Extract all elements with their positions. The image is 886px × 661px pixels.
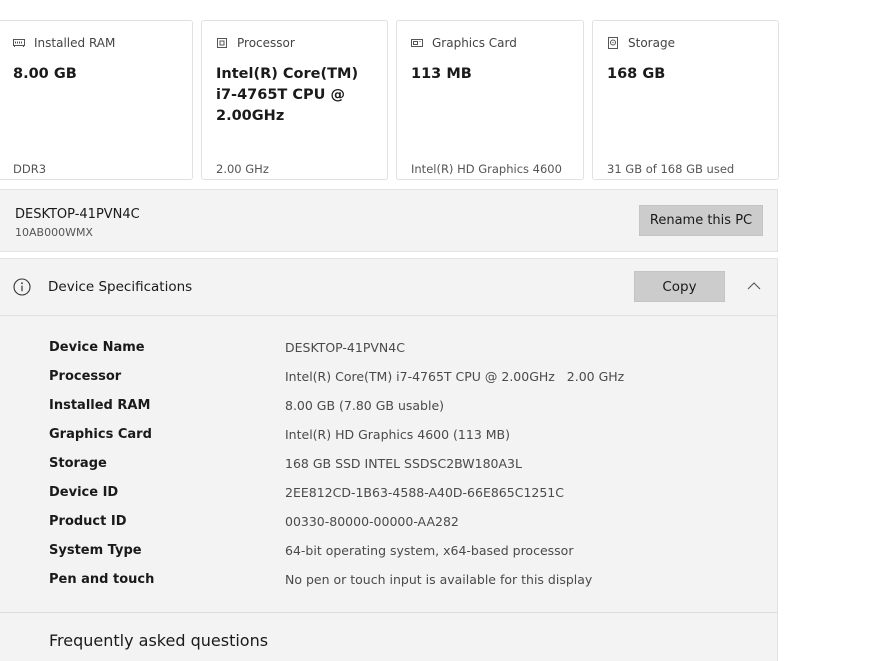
spec-value: 168 GB SSD INTEL SSDSC2BW180A3L xyxy=(285,456,522,471)
spec-row-storage: Storage 168 GB SSD INTEL SSDSC2BW180A3L xyxy=(0,456,777,485)
spec-value: 2EE812CD-1B63-4588-A40D-66E865C1251C xyxy=(285,485,564,500)
card-value: Intel(R) Core(TM) i7-4765T CPU @ 2.00GHz xyxy=(216,66,359,124)
spec-rows: Device Name DESKTOP-41PVN4C Processor In… xyxy=(0,340,777,601)
collapse-button[interactable] xyxy=(742,276,766,296)
spec-row-graphics-card: Graphics Card Intel(R) HD Graphics 4600 … xyxy=(0,427,777,456)
spec-label: Installed RAM xyxy=(49,398,151,413)
faq-title: Frequently asked questions xyxy=(49,631,269,650)
spec-value: No pen or touch input is available for t… xyxy=(285,572,593,587)
pc-name: DESKTOP-41PVN4C xyxy=(15,207,140,222)
card-graphics: Graphics Card 113 MB Intel(R) HD Graphic… xyxy=(396,20,584,180)
storage-icon xyxy=(608,37,618,49)
specs-title: Device Specifications xyxy=(48,279,193,295)
spec-row-system-type: System Type 64-bit operating system, x64… xyxy=(0,543,777,572)
spec-label: Processor xyxy=(49,369,122,384)
spec-row-device-id: Device ID 2EE812CD-1B63-4588-A40D-66E865… xyxy=(0,485,777,514)
copy-button[interactable]: Copy xyxy=(634,271,725,302)
spec-label: System Type xyxy=(49,543,142,558)
rename-pc-button[interactable]: Rename this PC xyxy=(639,205,763,236)
card-sub: Intel(R) HD Graphics 4600 xyxy=(411,162,562,176)
spec-label: Device Name xyxy=(49,340,145,355)
spec-value: 00330-80000-00000-AA282 xyxy=(285,514,459,529)
spec-label: Graphics Card xyxy=(49,427,152,442)
faq-section[interactable]: Frequently asked questions xyxy=(0,612,778,661)
graphics-card-icon xyxy=(411,39,423,47)
rename-pc-panel: DESKTOP-41PVN4C 10AB000WMX Rename this P… xyxy=(0,189,778,252)
spec-label: Storage xyxy=(49,456,107,471)
spec-row-processor: Processor Intel(R) Core(TM) i7-4765T CPU… xyxy=(0,369,777,398)
card-title: Processor xyxy=(237,36,295,50)
card-sub: 2.00 GHz xyxy=(216,162,269,176)
spec-label: Pen and touch xyxy=(49,572,155,587)
card-value: 113 MB xyxy=(411,66,472,82)
spec-value: 64-bit operating system, x64-based proce… xyxy=(285,543,574,558)
spec-label: Product ID xyxy=(49,514,127,529)
spec-label: Device ID xyxy=(49,485,119,500)
card-title: Storage xyxy=(628,36,675,50)
spec-value: Intel(R) Core(TM) i7-4765T CPU @ 2.00GHz… xyxy=(285,369,625,384)
spec-row-device-name: Device Name DESKTOP-41PVN4C xyxy=(0,340,777,369)
info-icon xyxy=(13,278,31,296)
spec-row-installed-ram: Installed RAM 8.00 GB (7.80 GB usable) xyxy=(0,398,777,427)
pc-model: 10AB000WMX xyxy=(15,226,93,239)
card-storage: Storage 168 GB 31 GB of 168 GB used xyxy=(592,20,779,180)
spec-value: 8.00 GB (7.80 GB usable) xyxy=(285,398,445,413)
processor-icon xyxy=(217,38,227,48)
system-about-page: Installed RAM 8.00 GB DDR3 Processor Int… xyxy=(0,0,886,661)
chevron-up-icon xyxy=(747,282,761,290)
card-sub: DDR3 xyxy=(13,162,47,176)
card-title: Installed RAM xyxy=(34,36,116,50)
card-title: Graphics Card xyxy=(432,36,517,50)
spec-row-pen-and-touch: Pen and touch No pen or touch input is a… xyxy=(0,572,777,601)
device-specifications-section: Device Specifications Copy Device Name D… xyxy=(0,258,778,612)
card-processor: Processor Intel(R) Core(TM) i7-4765T CPU… xyxy=(201,20,388,180)
ram-icon xyxy=(13,39,25,47)
spec-row-product-id: Product ID 00330-80000-00000-AA282 xyxy=(0,514,777,543)
specs-header[interactable]: Device Specifications Copy xyxy=(0,259,777,316)
card-value: 168 GB xyxy=(607,66,666,82)
card-sub: 31 GB of 168 GB used xyxy=(607,162,735,176)
spec-value: Intel(R) HD Graphics 4600 (113 MB) xyxy=(285,427,510,442)
card-value: 8.00 GB xyxy=(13,66,77,82)
card-installed-ram: Installed RAM 8.00 GB DDR3 xyxy=(0,20,193,180)
spec-value: DESKTOP-41PVN4C xyxy=(285,340,405,355)
